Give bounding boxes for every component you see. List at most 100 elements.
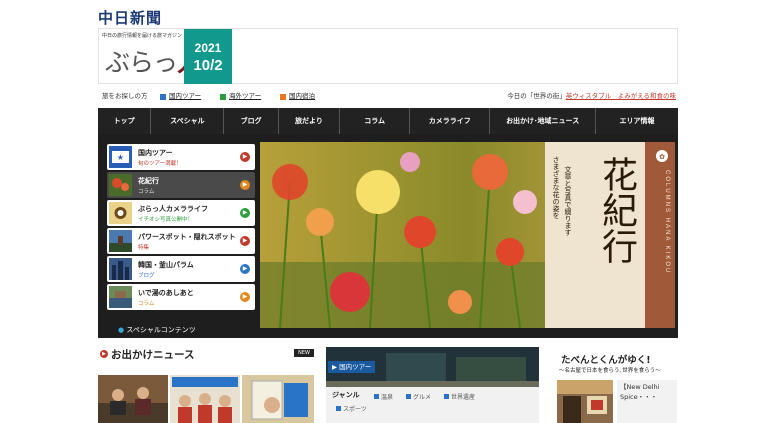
slider-tab-title: パワースポット・隠れスポット (138, 233, 236, 241)
taben-kun-subtitle: 〜名古屋で日本を食らう､世界を食らう〜 (559, 368, 661, 374)
news-thumbnail[interactable] (170, 375, 240, 423)
magazine-logo-main: ぶらっ (105, 48, 178, 77)
link-overseas-tour[interactable]: 海外ツアー (220, 90, 261, 103)
arrow-right-icon: ▶ (240, 208, 250, 218)
genre-panel: ジャンル 温泉 グルメ 世界遺産 スポーツ (326, 387, 539, 423)
link-domestic-tour[interactable]: 国内ツアー (160, 90, 201, 103)
nav-column[interactable]: コラム (340, 108, 411, 134)
slider-tab-power-spot[interactable]: パワースポット・隠れスポット 特集 ▶ (107, 228, 255, 254)
link-overseas-tour-label: 海外ツアー (229, 92, 262, 100)
link-domestic-stay[interactable]: 国内宿泊 (280, 90, 315, 103)
news-thumbnails (98, 375, 314, 423)
nav-travel-letters[interactable]: 旅だより (279, 108, 341, 134)
chunichi-logo[interactable]: 中日新聞 (98, 7, 162, 28)
featured-slider: ★ 国内ツアー 旬のツアー満載！ ▶ 花紀行 コラム ▶ ぶらっ人カメラライフ … (98, 134, 678, 338)
genre-world-heritage-label: 世界遺産 (451, 394, 476, 401)
slider-tab-camera-life[interactable]: ぶらっ人カメラライフ イチオシ写真公開中！ ▶ (107, 200, 255, 226)
banner-sub-2: 文章と写真で綴ります (564, 166, 572, 236)
square-icon (220, 93, 226, 100)
nav-area-info[interactable]: エリア情報 (596, 108, 678, 134)
slider-tab-subtitle: ブログ (138, 273, 155, 279)
flower-mark-icon: ✿ (659, 153, 665, 161)
date-month-day: 10/2 (193, 57, 223, 74)
banner-title: 花紀行 (596, 156, 637, 264)
domestic-tour-widget: ▶ 国内ツアー ジャンル 温泉 グルメ 世界遺産 スポーツ (326, 347, 539, 423)
outing-news-title[interactable]: お出かけニュース (111, 347, 194, 362)
slider-tab-subtitle: コラム (138, 301, 155, 307)
news-thumbnail[interactable] (98, 375, 168, 423)
genre-onsen[interactable]: 温泉 (374, 392, 393, 401)
today-world-city: 今日の「世界の街」英ウィスタブル よみがえる和食の味 (507, 90, 676, 103)
taben-kun-title[interactable]: たべんとくんがゆく! (561, 352, 651, 366)
special-contents-label: スペシャルコンテンツ (126, 326, 196, 334)
slider-tab-busan[interactable]: 韓国・釜山パラム ブログ ▶ (107, 256, 255, 282)
taben-kun-thumbnail[interactable] (557, 380, 613, 423)
link-domestic-tour-label: 国内ツアー (169, 92, 202, 100)
travel-search-label: 旅をお探しの方 (102, 92, 148, 100)
slider-tab-onsen[interactable]: いで湯のあしあと コラム ▶ (107, 284, 255, 310)
arrow-right-icon: ▶ (240, 236, 250, 246)
tab-domestic-tour[interactable]: ▶ 国内ツアー (328, 361, 376, 373)
nav-outing-news[interactable]: お出かけ･地域ニュース (490, 108, 596, 134)
slider-tab-subtitle: 特集 (138, 245, 150, 251)
square-icon (406, 394, 411, 399)
slider-tab-subtitle: コラム (138, 189, 155, 195)
news-thumbnail[interactable] (242, 375, 314, 423)
nav-special[interactable]: スペシャル (151, 108, 225, 134)
featured-banner[interactable]: ✿ COLUMNS HANA KIKOU さまざまな花の姿を 文章と写真で綴りま… (260, 142, 675, 328)
power-spot-thumbnail (109, 230, 132, 252)
tour-header-image: ▶ 国内ツアー (326, 347, 539, 387)
date-year: 2021 (194, 41, 222, 55)
nav-blog[interactable]: ブログ (224, 108, 279, 134)
genre-gourmet-label: グルメ (413, 394, 432, 401)
arrow-right-icon: ▶ (240, 180, 250, 190)
today-prefix: 今日の「世界の街」 (507, 92, 566, 100)
slider-tab-title: 花紀行 (138, 177, 159, 185)
square-icon (280, 93, 286, 100)
square-icon (374, 394, 379, 399)
nav-camera-life[interactable]: カメラライフ (410, 108, 491, 134)
arrow-right-icon: ▶ (240, 292, 250, 302)
slider-tab-subtitle: イチオシ写真公開中！ (138, 217, 194, 223)
page: 中日新聞 中日の旅行情報を届ける旅マガジン ぶらっ人 2021 10/2 旅をお… (98, 0, 678, 423)
slider-tab-subtitle: 旬のツアー満載！ (138, 161, 182, 167)
slider-tab-hana-kikou[interactable]: 花紀行 コラム ▶ (107, 172, 255, 198)
arrow-right-icon: ▶ (332, 363, 337, 371)
today-link[interactable]: 英ウィスタブル よみがえる和食の味 (566, 92, 676, 100)
arrow-right-icon: ▶ (240, 264, 250, 274)
genre-sports-label: スポーツ (343, 406, 367, 413)
date-badge: 2021 10/2 (184, 29, 232, 84)
camera-life-thumbnail (109, 202, 132, 224)
tour-thumbnail: ★ (109, 146, 132, 168)
slider-tab-title: 韓国・釜山パラム (138, 261, 194, 269)
slider-tab-title: いで湯のあしあと (138, 289, 194, 297)
slider-tab-title: ぶらっ人カメラライフ (138, 205, 208, 213)
genre-sports[interactable]: スポーツ (336, 404, 367, 413)
genre-world-heritage[interactable]: 世界遺産 (444, 392, 475, 401)
genre-onsen-label: 温泉 (381, 394, 394, 401)
flower-thumbnail (109, 174, 132, 196)
outing-news-header: ▶ お出かけニュース NEW (98, 347, 314, 361)
slider-tabs: ★ 国内ツアー 旬のツアー満載！ ▶ 花紀行 コラム ▶ ぶらっ人カメラライフ … (107, 144, 255, 312)
genre-gourmet[interactable]: グルメ (406, 392, 431, 401)
banner-sub-1: さまざまな花の姿を (552, 156, 560, 219)
tab-domestic-tour-label: 国内ツアー (339, 363, 372, 371)
travel-search-bar: 旅をお探しの方 国内ツアー 海外ツアー 国内宿泊 今日の「世界の街」英ウィスタブ… (98, 90, 678, 103)
taben-kun-caption[interactable]: 【New Delhi Spice・・・ (617, 380, 677, 423)
site-tagline: 中日の旅行情報を届ける旅マガジン (102, 33, 183, 39)
dot-icon: ● (118, 326, 125, 334)
svg-text:★: ★ (117, 153, 124, 162)
square-icon (336, 406, 341, 411)
taben-kun-widget: たべんとくんがゆく! 〜名古屋で日本を食らう､世界を食らう〜 【New Delh… (557, 349, 678, 423)
special-contents-tab[interactable]: ● スペシャルコンテンツ (108, 322, 206, 338)
onsen-thumbnail (109, 286, 132, 308)
arrow-right-icon: ▶ (240, 152, 250, 162)
header-banner: 中日の旅行情報を届ける旅マガジン ぶらっ人 2021 10/2 (98, 28, 678, 84)
nav-top[interactable]: トップ (98, 108, 152, 134)
square-icon (444, 394, 449, 399)
busan-thumbnail (109, 258, 132, 280)
slider-tab-domestic-tour[interactable]: ★ 国内ツアー 旬のツアー満載！ ▶ (107, 144, 255, 170)
link-domestic-stay-label: 国内宿泊 (289, 92, 315, 100)
global-nav: トップ スペシャル ブログ 旅だより コラム カメラライフ お出かけ･地域ニュー… (98, 108, 678, 134)
square-icon (160, 93, 166, 100)
